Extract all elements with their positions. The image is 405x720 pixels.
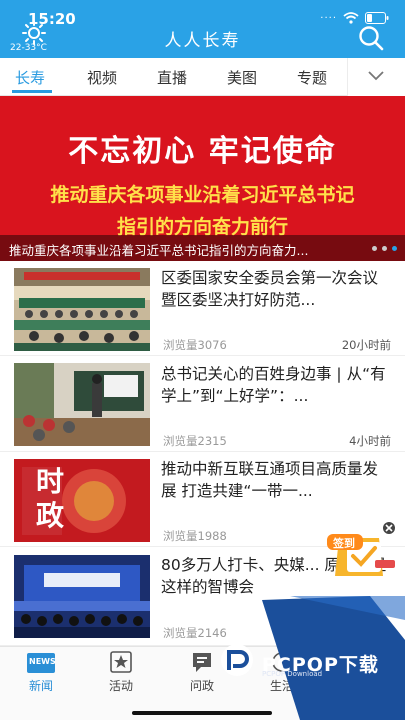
active-tab-indicator <box>12 90 52 93</box>
news-item[interactable]: 总书记关心的百姓身边事 | 从“有学上”到“上好学”：... 浏览量2315 4… <box>0 356 405 452</box>
news-icon: NEWS <box>27 653 56 673</box>
nav-activities-label: 活动 <box>108 679 133 693</box>
news-time: 20小时前 <box>341 338 391 352</box>
app-title: 人人长寿 <box>164 31 241 51</box>
tabs-expand-button[interactable] <box>347 58 405 96</box>
thumbnail-shizheng-label: 时政 <box>36 465 65 532</box>
home-indicator[interactable] <box>132 711 272 715</box>
news-thumbnail-classroom <box>14 363 150 446</box>
carousel-dot-active[interactable] <box>392 246 397 251</box>
signal-dots: ···· <box>320 12 337 24</box>
news-thumbnail-meeting <box>14 268 150 351</box>
sign-in-label: 签到 <box>333 537 355 550</box>
news-title[interactable]: 总书记关心的百姓身边事 | 从“有学上”到“上好学”：... <box>161 363 389 407</box>
nav-news-label: 新闻 <box>28 679 53 693</box>
search-icon[interactable] <box>357 24 385 52</box>
news-views: 浏览量2315 <box>163 434 227 448</box>
nav-news[interactable]: NEWS 新闻 <box>11 647 71 720</box>
tab-photos[interactable]: 美图 <box>227 67 257 88</box>
chat-icon <box>193 653 211 672</box>
carousel-dots <box>372 246 397 251</box>
status-icons: ···· <box>320 12 389 24</box>
news-thumbnail-expo <box>14 555 150 638</box>
tab-changshou[interactable]: 长寿 <box>15 67 45 88</box>
nav-activities[interactable]: 活动 <box>91 647 151 720</box>
news-views: 浏览量2146 <box>163 626 227 640</box>
news-views: 浏览量3076 <box>163 338 227 352</box>
category-tabs: 长寿 视频 直播 美图 专题 <box>0 58 405 96</box>
wifi-icon <box>343 12 359 24</box>
battery-icon <box>365 12 389 24</box>
tab-video[interactable]: 视频 <box>87 67 117 88</box>
news-item[interactable]: 区委国家安全委员会第一次会议暨区委坚决打好防范... 浏览量3076 20小时前 <box>0 261 405 356</box>
carousel-dot[interactable] <box>382 246 387 251</box>
tab-topics[interactable]: 专题 <box>297 67 327 88</box>
news-title[interactable]: 区委国家安全委员会第一次会议暨区委坚决打好防范... <box>161 267 389 311</box>
news-thumbnail-shizheng: 时政 <box>14 459 150 542</box>
tab-live[interactable]: 直播 <box>157 67 187 88</box>
nav-life-label: 生活 <box>269 679 294 693</box>
news-title[interactable]: 推动中新互联互通项目高质量发展 打造共建“一带一... <box>161 458 389 502</box>
news-icon-badge: NEWS <box>29 657 56 666</box>
banner-line-1: 推动重庆各项事业沿着习近平总书记 <box>50 184 355 206</box>
watermark-subtext: PCPOP Download <box>262 670 323 678</box>
banner-caption[interactable]: 推动重庆各项事业沿着习近平总书记指引的方向奋力... <box>9 240 364 259</box>
news-time: 4小时前 <box>349 434 391 448</box>
sign-in-float-button[interactable]: 签到 <box>323 520 403 582</box>
nav-wenzheng[interactable]: 问政 <box>172 647 232 720</box>
nav-wenzheng-label: 问政 <box>189 679 214 693</box>
news-views: 浏览量1988 <box>163 529 227 543</box>
chevron-down-icon <box>368 71 384 81</box>
app-header: 15:20 22-33°C 人人长寿 ···· <box>0 0 405 58</box>
star-icon <box>110 651 132 673</box>
carousel-dot[interactable] <box>372 246 377 251</box>
banner-headline: 不忘初心 牢记使命 <box>68 134 337 169</box>
